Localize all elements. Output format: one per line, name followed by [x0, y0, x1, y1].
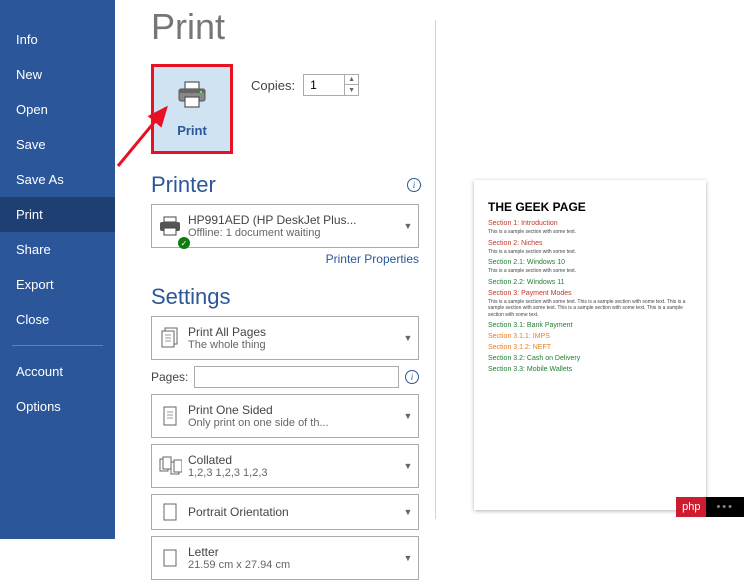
copies-value: 1: [304, 78, 344, 92]
printer-properties-link[interactable]: Printer Properties: [151, 252, 419, 266]
sidebar-item-options[interactable]: Options: [0, 389, 115, 424]
sidebar-item-share[interactable]: Share: [0, 232, 115, 267]
preview-section: Section 2.2: Windows 11: [488, 279, 692, 286]
copies-up[interactable]: ▲: [345, 75, 358, 85]
preview-section: Section 3.2: Cash on Delivery: [488, 355, 692, 362]
pages-row: Pages: i: [151, 366, 419, 388]
paper-selector[interactable]: Letter 21.59 cm x 27.94 cm ▼: [151, 536, 419, 580]
page-title: Print: [151, 6, 419, 48]
preview-body: This is a sample section with some text.: [488, 229, 692, 236]
collated-selector[interactable]: Collated 1,2,3 1,2,3 1,2,3 ▼: [151, 444, 419, 488]
sidebar-item-export[interactable]: Export: [0, 267, 115, 302]
collated-title: Collated: [188, 453, 394, 467]
backstage-sidebar: Info New Open Save Save As Print Share E…: [0, 0, 115, 539]
collated-icon: [152, 445, 188, 487]
orientation-title: Portrait Orientation: [188, 495, 394, 529]
watermark-badge: php •••: [676, 497, 744, 517]
chevron-down-icon: ▼: [398, 461, 418, 471]
one-sided-icon: [152, 395, 188, 437]
preview-section: Section 2.1: Windows 10: [488, 259, 692, 266]
printer-icon: [174, 80, 210, 115]
printer-status-text: Offline: 1 document waiting: [188, 227, 394, 239]
printer-info-icon[interactable]: i: [407, 178, 421, 192]
print-row: Print Copies: 1 ▲ ▼: [151, 64, 419, 154]
print-button-label: Print: [177, 123, 207, 138]
sidebar-item-close[interactable]: Close: [0, 302, 115, 337]
preview-pane: THE GEEK PAGE Section 1: Introduction Th…: [436, 0, 744, 539]
chevron-down-icon: ▼: [398, 411, 418, 421]
preview-section: Section 2: Niches: [488, 240, 692, 247]
chevron-down-icon: ▼: [398, 221, 418, 231]
sidebar-item-info[interactable]: Info: [0, 22, 115, 57]
collated-sub: 1,2,3 1,2,3 1,2,3: [188, 467, 394, 479]
copies-label: Copies:: [251, 78, 295, 93]
paper-icon: [152, 537, 188, 579]
page-preview: THE GEEK PAGE Section 1: Introduction Th…: [474, 180, 706, 510]
sidebar-item-print[interactable]: Print: [0, 197, 115, 232]
sidebar-item-account[interactable]: Account: [0, 354, 115, 389]
orientation-selector[interactable]: Portrait Orientation ▼: [151, 494, 419, 530]
print-all-pages-selector[interactable]: Print All Pages The whole thing ▼: [151, 316, 419, 360]
watermark-left: php: [676, 497, 706, 517]
chevron-down-icon: ▼: [398, 553, 418, 563]
print-button[interactable]: Print: [151, 64, 233, 154]
main-area: Print Print Copies: 1: [115, 0, 744, 539]
sidebar-item-open[interactable]: Open: [0, 92, 115, 127]
preview-section: Section 3.1: Bank Payment: [488, 322, 692, 329]
settings-heading: Settings: [151, 284, 419, 310]
print-all-title: Print All Pages: [188, 325, 394, 339]
preview-section: Section 3: Payment Modes: [488, 290, 692, 297]
preview-title: THE GEEK PAGE: [488, 200, 692, 214]
copies-down[interactable]: ▼: [345, 85, 358, 95]
sidebar-item-new[interactable]: New: [0, 57, 115, 92]
copies-spinner: ▲ ▼: [344, 75, 358, 95]
printer-status-icon: ✓: [152, 205, 188, 247]
paper-title: Letter: [188, 545, 394, 559]
watermark-right: •••: [706, 497, 744, 517]
portrait-icon: [152, 495, 188, 529]
one-sided-title: Print One Sided: [188, 403, 394, 417]
chevron-down-icon: ▼: [398, 507, 418, 517]
printer-heading: Printer i: [151, 172, 419, 198]
printer-selector[interactable]: ✓ HP991AED (HP DeskJet Plus... Offline: …: [151, 204, 419, 248]
ok-badge-icon: ✓: [178, 237, 190, 249]
preview-body: This is a sample section with some text.: [488, 249, 692, 256]
preview-section: Section 1: Introduction: [488, 220, 692, 227]
one-sided-selector[interactable]: Print One Sided Only print on one side o…: [151, 394, 419, 438]
pages-info-icon[interactable]: i: [405, 370, 419, 384]
one-sided-sub: Only print on one side of th...: [188, 417, 394, 429]
print-all-sub: The whole thing: [188, 339, 394, 351]
copies-input[interactable]: 1 ▲ ▼: [303, 74, 359, 96]
pages-stack-icon: [152, 317, 188, 359]
chevron-down-icon: ▼: [398, 333, 418, 343]
pages-input[interactable]: [194, 366, 399, 388]
paper-sub: 21.59 cm x 27.94 cm: [188, 559, 394, 571]
preview-section: Section 3.1.2: NEFT: [488, 344, 692, 351]
settings-column: Print Print Copies: 1: [115, 0, 435, 539]
preview-section: Section 3.1.1: IMPS: [488, 333, 692, 340]
sidebar-divider: [12, 345, 103, 346]
preview-section: Section 3.3: Mobile Wallets: [488, 366, 692, 373]
preview-body: This is a sample section with some text.…: [488, 299, 692, 319]
sidebar-item-save-as[interactable]: Save As: [0, 162, 115, 197]
pages-label: Pages:: [151, 370, 188, 384]
printer-name: HP991AED (HP DeskJet Plus...: [188, 213, 394, 227]
copies-group: Copies: 1 ▲ ▼: [251, 74, 359, 96]
preview-body: This is a sample section with some text.: [488, 268, 692, 275]
sidebar-item-save[interactable]: Save: [0, 127, 115, 162]
